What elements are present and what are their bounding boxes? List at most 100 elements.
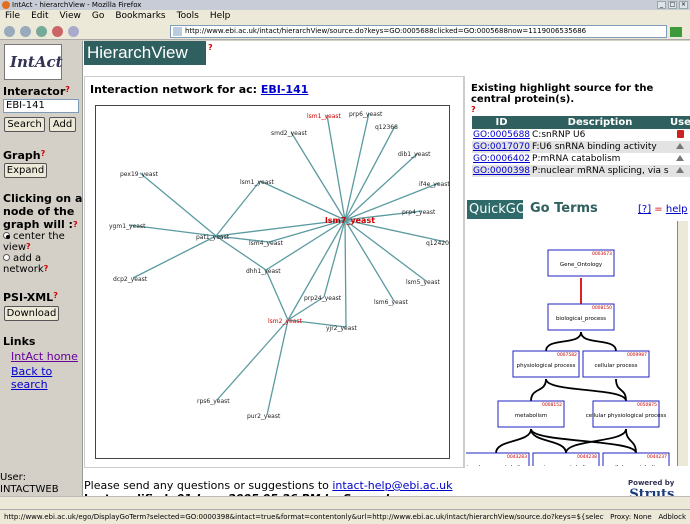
add-network-radio[interactable]: add a network? [3,253,82,275]
network-node[interactable]: lsm1_yeast [307,113,342,120]
network-node[interactable]: q12420 [426,240,449,247]
minimize-button[interactable]: _ [657,1,666,9]
add-button[interactable]: Add [49,117,76,132]
network-node[interactable]: yjr2_yeast [326,325,358,332]
close-button[interactable]: × [679,1,688,9]
network-node[interactable]: dhh1_yeast [246,268,281,275]
menu-file[interactable]: File [5,10,20,23]
network-canvas[interactable]: lsm7_yeast lsm2_yeast lsm1_yeast prp6_yeast… [96,106,449,458]
network-node[interactable]: pat1_yeast [196,234,230,241]
go-description: P:mRNA catabolism [531,153,670,165]
go-id-cell: GO:0017070 [472,141,532,153]
network-node[interactable]: lsm5_yeast [406,279,441,286]
network-node[interactable]: ygm1_yeast [109,223,146,230]
intact-home-link[interactable]: IntAct home [11,350,78,363]
network-node[interactable]: prp6_yeast [349,111,383,118]
home-icon[interactable] [68,26,79,37]
network-node[interactable]: lsm7_yeast [325,216,375,225]
status-bar: http://www.ebi.ac.uk/ego/DisplayGoTerm?s… [0,509,690,524]
network-node[interactable]: lsm1_yeast [240,179,275,186]
go-term-label: biopolymer metabolism [466,465,529,466]
network-edge [139,172,217,237]
network-node[interactable]: lsm2_yeast [268,318,303,325]
logo-text: IntAct [10,53,63,71]
network-node[interactable]: if4e_yeast [419,181,449,188]
network-node[interactable]: pur2_yeast [247,413,281,420]
network-node[interactable]: lsm6_yeast [374,299,409,306]
search-button[interactable]: Search [4,117,45,132]
back-icon[interactable] [4,26,15,37]
network-node[interactable]: lsm4_yeast [249,240,284,247]
go-term-label: primary metabolism [538,465,594,466]
select-icon[interactable] [676,143,685,149]
go-id-link[interactable]: GO:0005688 [473,130,530,140]
center-view-radio[interactable]: center the view? [3,231,82,253]
network-edge [266,319,289,416]
select-icon[interactable] [676,167,685,173]
go-link [580,331,617,352]
menu-bookmarks[interactable]: Bookmarks [115,10,165,23]
network-node[interactable]: dib1_yeast [398,151,431,158]
go-tree-scrollbar[interactable] [678,221,688,466]
page-title: HierarchView [84,41,206,65]
use-cell [669,141,690,153]
intact-logo[interactable]: IntAct [4,44,63,80]
menu-edit[interactable]: Edit [31,10,48,23]
forward-icon[interactable] [20,26,31,37]
go-id-link[interactable]: GO:0006402 [473,154,530,164]
title-help-icon[interactable]: ? [208,43,213,52]
go-id-link[interactable]: GO:0000398 [473,166,530,176]
go-link [530,428,567,454]
menu-tools[interactable]: Tools [177,10,199,23]
quickgo-logo[interactable]: QuickGO [467,200,526,219]
psixml-label: PSI-XML? [3,291,58,304]
network-heading: Interaction network for ac: EBI-141 [90,83,309,96]
stop-icon[interactable] [52,26,63,37]
network-node[interactable]: pex19_yeast [120,171,159,178]
network-node[interactable]: q12368 [375,124,398,131]
network-node[interactable]: dcp2_yeast [113,276,148,283]
network-graph[interactable]: lsm7_yeast lsm2_yeast lsm1_yeast prp6_yeast… [95,105,450,459]
go-term-id: 0050875 [637,402,657,408]
network-edge [215,180,261,237]
select-icon[interactable] [676,155,685,161]
go-term-label: biological_process [556,316,606,322]
links-label: Links [3,335,36,348]
maximize-button[interactable]: □ [668,1,677,9]
expand-button[interactable]: Expand [4,163,47,178]
address-bar[interactable]: http://www.ebi.ac.uk/intact/hierarchView… [170,25,667,38]
go-icon[interactable] [670,27,682,37]
menu-help[interactable]: Help [210,10,231,23]
go-term-id: 0044238 [577,454,597,460]
go-tree-canvas[interactable]: 0003673 Gene_Ontology 0008150 biological_pr… [462,221,678,480]
user-value: INTACTWEB [0,484,59,495]
network-node[interactable]: rps6_yeast [197,398,230,405]
network-node[interactable]: prp24_yeast [304,295,342,302]
ac-link[interactable]: EBI-141 [261,83,309,96]
email-link[interactable]: intact-help@ebi.ac.uk [332,479,452,492]
network-node[interactable]: smd2_yeast [271,130,308,137]
back-to-search-link[interactable]: Back to search [11,365,71,391]
graph-label: Graph? [3,149,46,162]
quickgo-help[interactable]: [?] = help [638,204,688,215]
delete-icon[interactable] [676,129,684,138]
go-term-id: 0003673 [592,251,612,257]
clicking-label: Clicking on a node of the graph will :? [3,192,83,231]
proxy-status: Proxy: None [610,513,652,521]
go-term-label: cellular physiological process [586,413,667,419]
navigation-toolbar: http://www.ebi.ac.uk/intact/hierarchView… [0,23,690,40]
col-description: Description [531,116,670,129]
go-term-id: 0044237 [647,454,667,460]
go-id-link[interactable]: GO:0017070 [473,142,530,152]
menu-view[interactable]: View [60,10,81,23]
go-term-id: 0043283 [507,454,527,460]
sidebar: IntAct Interactor? EBI-141 Search Add Gr… [0,41,83,496]
download-button[interactable]: Download [4,306,59,321]
interactor-input[interactable]: EBI-141 [3,99,79,113]
horizontal-scrollbar[interactable] [0,496,690,509]
menu-go[interactable]: Go [92,10,104,23]
network-edge [216,319,289,401]
network-node[interactable]: prp4_yeast [402,209,436,216]
reload-icon[interactable] [36,26,47,37]
go-tree[interactable]: 0003673 Gene_Ontology 0008150 biological_pr… [462,221,678,480]
